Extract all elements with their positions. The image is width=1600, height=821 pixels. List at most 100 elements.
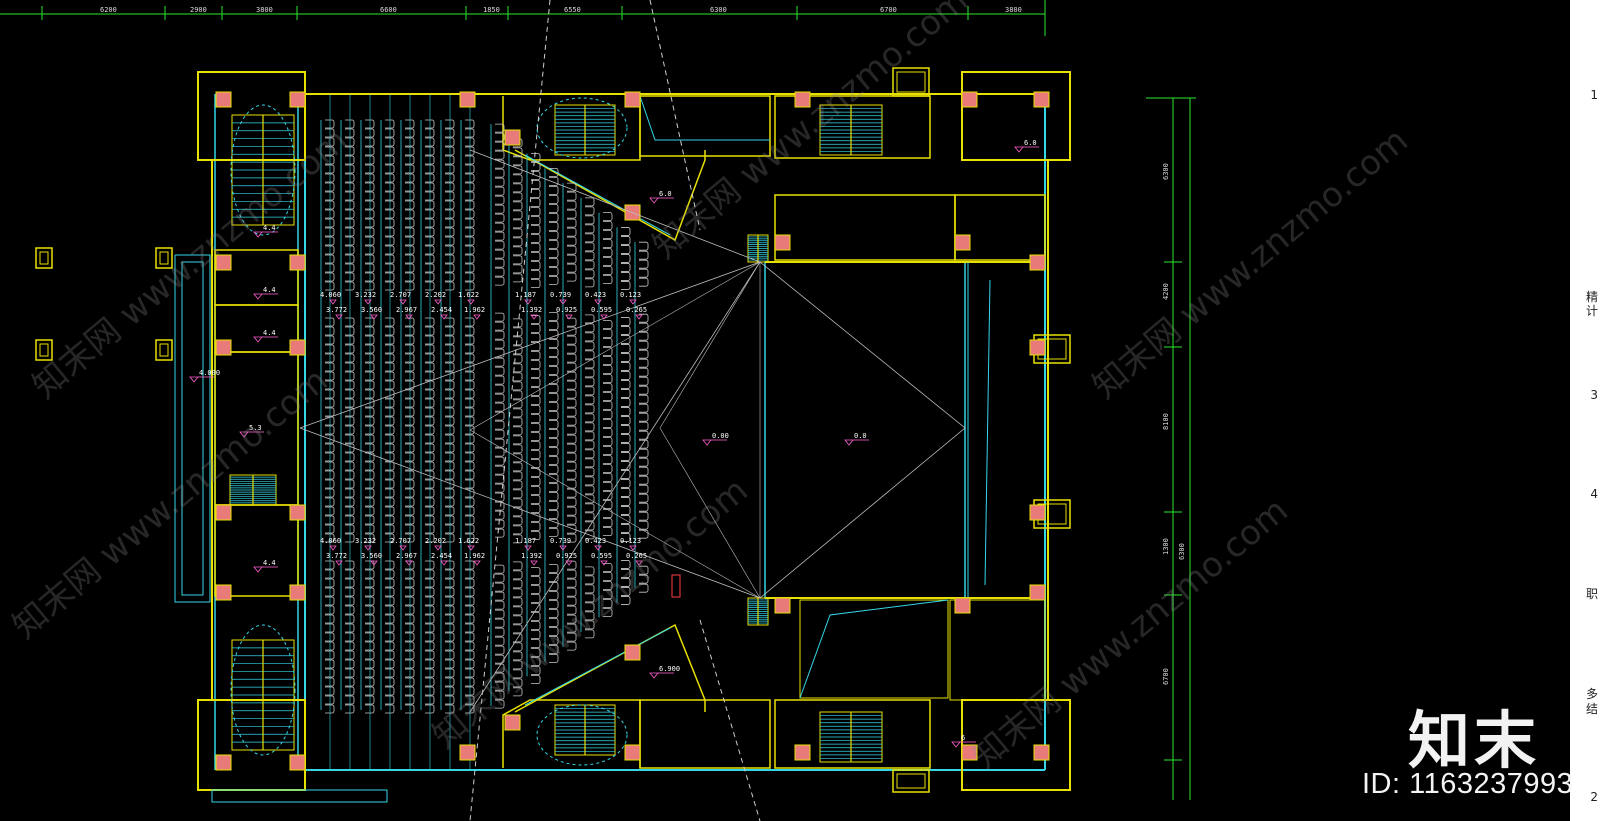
seat [445, 128, 455, 138]
seat [325, 479, 335, 489]
seat [513, 498, 523, 508]
seat [345, 560, 355, 570]
seat [385, 695, 395, 705]
walls [35, 67, 1071, 803]
seat [513, 399, 523, 409]
top-dimension-value: 6300 [710, 6, 727, 14]
seat [445, 146, 455, 156]
seat [549, 275, 559, 285]
seat [405, 596, 415, 606]
seat [425, 128, 435, 138]
seat [345, 677, 355, 687]
seat [585, 395, 595, 405]
seat [549, 374, 559, 384]
seat [567, 362, 577, 372]
seat [445, 605, 455, 615]
seat [345, 164, 355, 174]
column [624, 91, 641, 108]
seat [603, 464, 613, 474]
seat [495, 375, 505, 385]
seat [585, 233, 595, 243]
level-triangle [565, 560, 573, 566]
seat [531, 522, 541, 532]
seat [513, 426, 523, 436]
seat [639, 448, 649, 458]
seat [365, 569, 375, 579]
seat [465, 173, 475, 183]
seat [513, 381, 523, 391]
seat [405, 164, 415, 174]
seat [567, 272, 577, 282]
seat [405, 704, 415, 714]
column [289, 339, 306, 356]
level-upper-mid: 6.0 [659, 190, 672, 198]
seat [425, 335, 435, 345]
seat [405, 605, 415, 615]
seat [345, 632, 355, 642]
side-panel-char: 结 [1585, 702, 1598, 716]
column [954, 597, 971, 614]
seat [345, 326, 355, 336]
seat [365, 515, 375, 525]
seat [639, 475, 649, 485]
room-lower-right [799, 599, 949, 699]
seat [549, 581, 559, 591]
seat-level-value: 1.622 [458, 537, 479, 545]
seat [385, 470, 395, 480]
seat [325, 578, 335, 588]
seat [621, 479, 631, 488]
seat [621, 488, 631, 497]
seat [513, 606, 523, 616]
seat [585, 314, 595, 324]
seat [345, 425, 355, 435]
seat [445, 470, 455, 480]
seat [531, 270, 541, 280]
seat [425, 146, 435, 156]
seat [531, 207, 541, 217]
seat [513, 237, 523, 247]
seat [495, 582, 505, 592]
seat [445, 587, 455, 597]
seat [405, 371, 415, 381]
seat [639, 277, 649, 287]
seat [445, 443, 455, 453]
seat [567, 200, 577, 210]
level-triangle [473, 560, 481, 566]
seat [405, 479, 415, 489]
seat [365, 686, 375, 696]
seat [345, 344, 355, 354]
seat [425, 173, 435, 183]
seat [365, 452, 375, 462]
seat [365, 488, 375, 498]
seat [445, 659, 455, 669]
seat [465, 569, 475, 579]
seat [405, 353, 415, 363]
seat [445, 632, 455, 642]
edge-block-inner [896, 71, 926, 93]
seat [465, 353, 475, 363]
seat-level-value: 4.060 [320, 291, 341, 299]
seat [531, 324, 541, 334]
seat [325, 353, 335, 363]
seat [567, 416, 577, 426]
seat [385, 137, 395, 147]
seat [325, 236, 335, 246]
seat [385, 443, 395, 453]
seat [445, 533, 455, 543]
seat [621, 524, 631, 533]
seat [531, 405, 541, 415]
seat [639, 394, 649, 404]
seat [365, 218, 375, 228]
seat [445, 497, 455, 507]
seat [385, 479, 395, 489]
seat [365, 335, 375, 345]
seat [621, 434, 631, 443]
seat [425, 488, 435, 498]
seat [585, 242, 595, 252]
seat [465, 560, 475, 570]
seat [495, 321, 505, 331]
cad-viewport[interactable]: { "top_dimensions": ["6200", "2900", "38… [0, 0, 1600, 821]
seat [495, 186, 505, 196]
seat [465, 461, 475, 471]
seat [425, 578, 435, 588]
